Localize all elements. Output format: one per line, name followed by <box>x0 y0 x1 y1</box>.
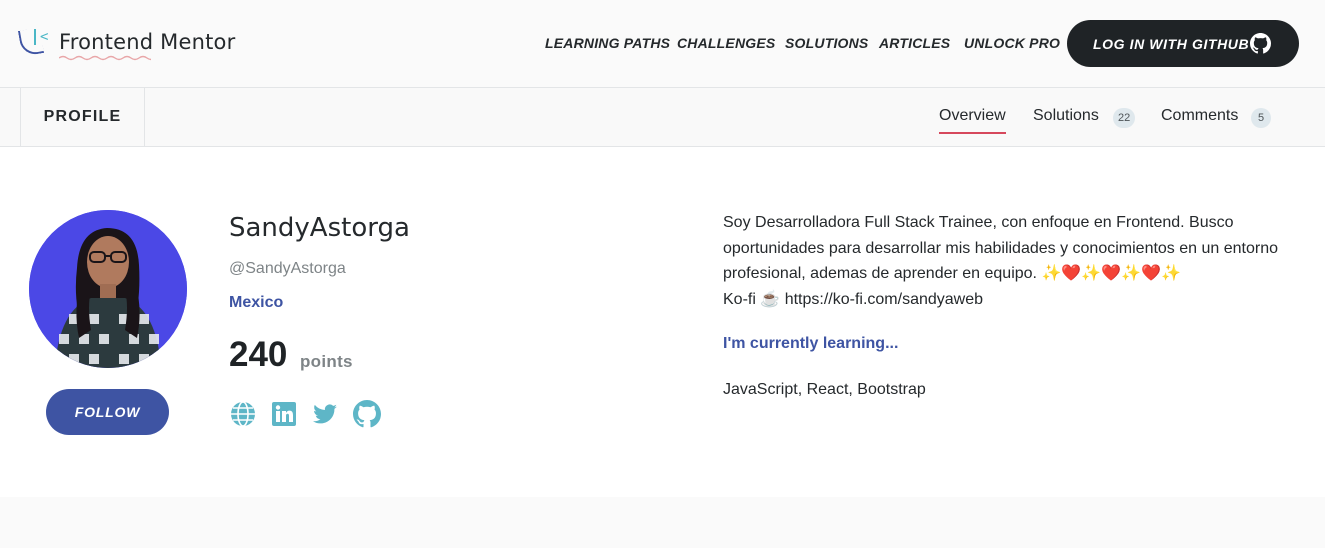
tab-overview[interactable]: Overview <box>939 107 1006 134</box>
points-label: points <box>300 352 353 371</box>
comments-count-badge: 5 <box>1251 108 1271 128</box>
profile-location: Mexico <box>229 294 284 311</box>
profile-card: FOLLOW SandyAstorga @SandyAstorga Mexico… <box>0 147 1325 497</box>
profile-name: SandyAstorga <box>229 213 410 243</box>
linkedin-icon[interactable] <box>270 400 298 428</box>
logo-mark-icon: < <box>17 27 52 57</box>
nav-solutions[interactable]: SOLUTIONS <box>785 35 868 51</box>
logo-text: Frontend Mentor <box>59 30 235 61</box>
points-value: 240 <box>229 335 288 374</box>
logo-squiggle-icon <box>59 55 151 61</box>
bio-kofi-link: Ko-fi ☕ https://ko-fi.com/sandyaweb <box>723 290 984 308</box>
site-header: < Frontend Mentor LEARNING PATHS CHALLEN… <box>0 0 1325 88</box>
profile-subheader: PROFILE Overview Solutions 22 Comments 5 <box>0 88 1325 147</box>
solutions-count-badge: 22 <box>1113 108 1136 128</box>
currently-learning-list: JavaScript, React, Bootstrap <box>723 381 926 398</box>
globe-icon[interactable] <box>229 400 257 428</box>
profile-bio: Soy Desarrolladora Full Stack Trainee, c… <box>723 210 1298 312</box>
bio-text: Soy Desarrolladora Full Stack Trainee, c… <box>723 214 1278 282</box>
login-with-github-button[interactable]: LOG IN WITH GITHUB <box>1067 20 1299 67</box>
avatar <box>29 210 187 368</box>
twitter-icon[interactable] <box>311 400 339 428</box>
tab-comments[interactable]: Comments <box>1161 107 1238 125</box>
nav-articles[interactable]: ARTICLES <box>879 35 950 51</box>
currently-learning-heading: I'm currently learning... <box>723 335 899 352</box>
frontend-mentor-logo[interactable]: < Frontend Mentor <box>17 27 235 61</box>
github-icon <box>1250 33 1271 54</box>
profile-handle: @SandyAstorga <box>229 260 346 277</box>
tab-solutions[interactable]: Solutions <box>1033 107 1099 125</box>
nav-challenges[interactable]: CHALLENGES <box>677 35 775 51</box>
github-profile-icon[interactable] <box>353 400 381 428</box>
nav-learning-paths[interactable]: LEARNING PATHS <box>545 35 670 51</box>
login-button-label: LOG IN WITH GITHUB <box>1093 35 1250 52</box>
follow-button[interactable]: FOLLOW <box>46 389 169 435</box>
profile-section-label: PROFILE <box>20 88 145 146</box>
nav-unlock-pro[interactable]: UNLOCK PRO <box>964 35 1060 51</box>
